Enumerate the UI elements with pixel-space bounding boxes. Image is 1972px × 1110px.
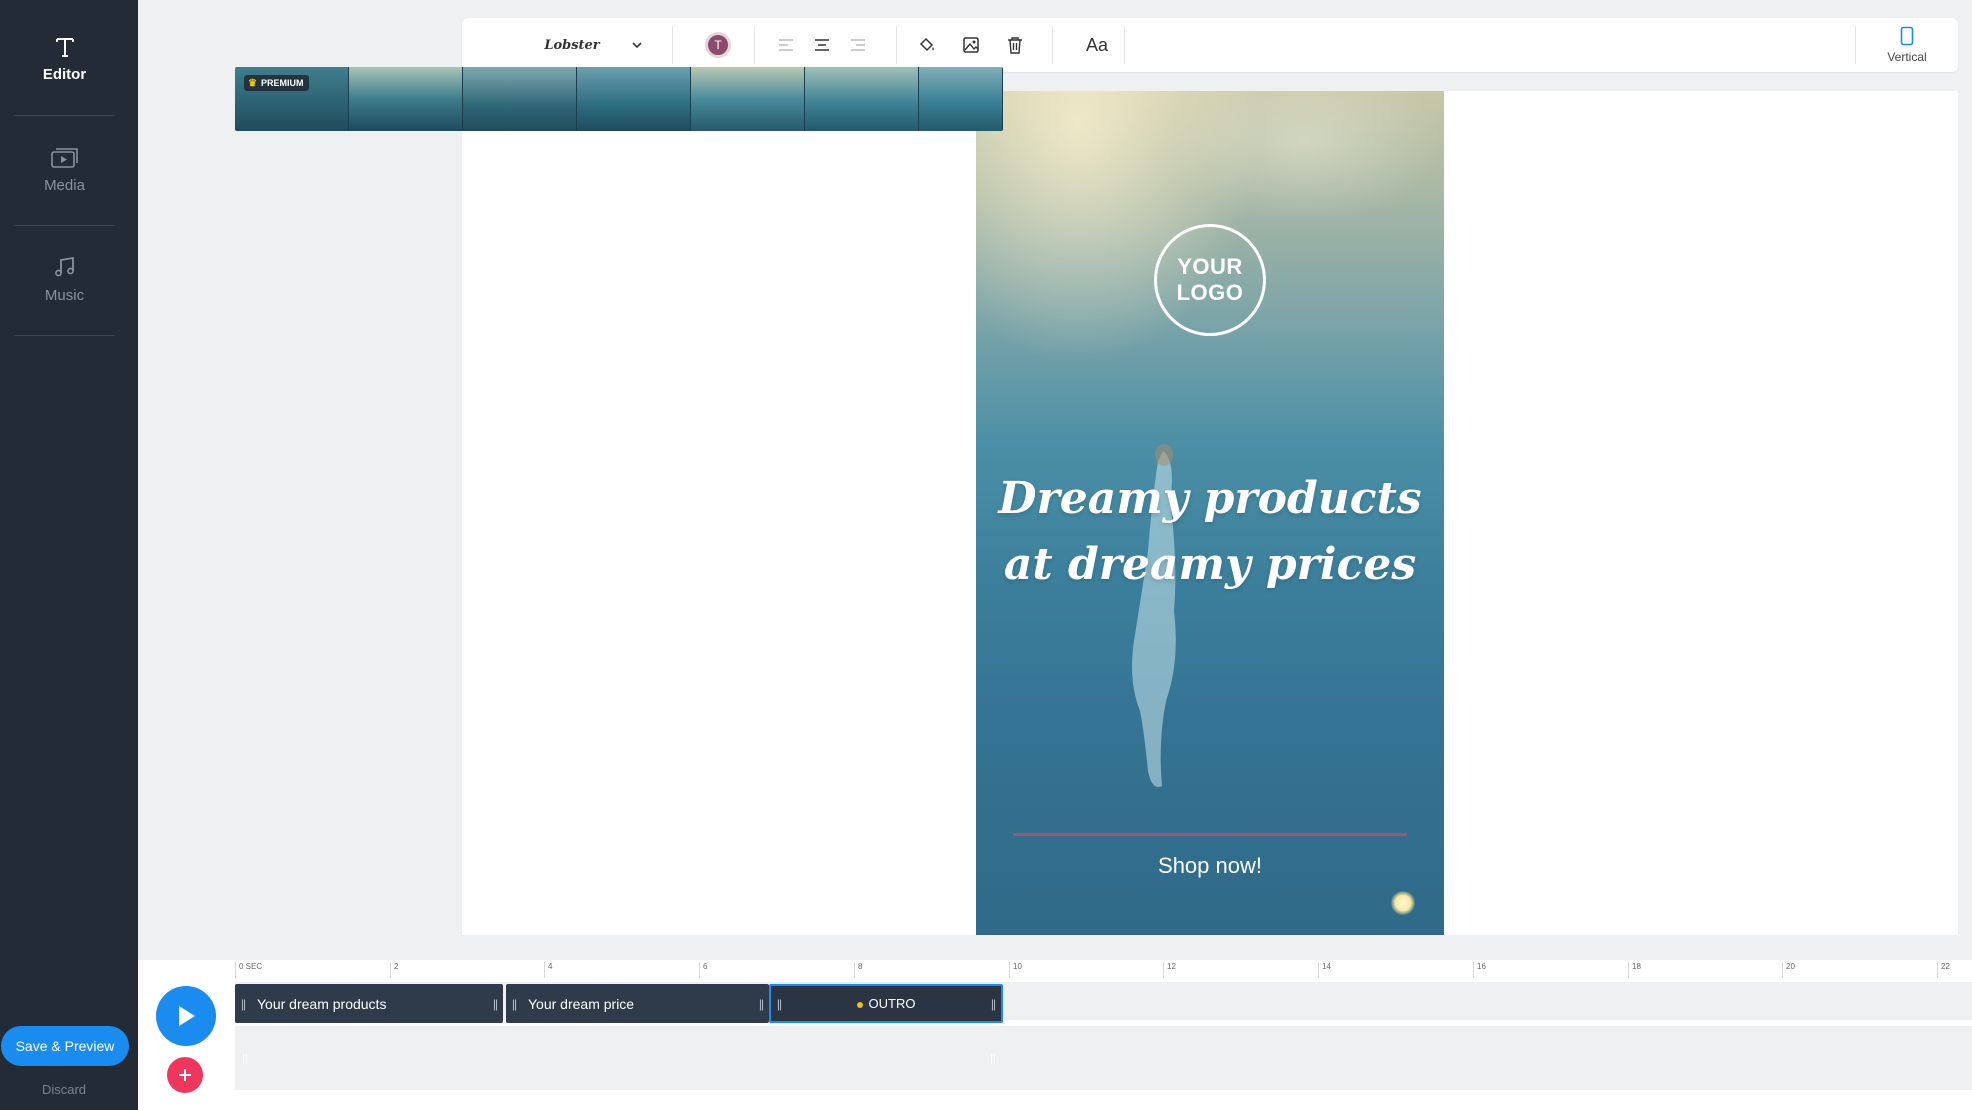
- align-left-button[interactable]: [768, 18, 804, 72]
- media-track: [235, 1026, 1972, 1090]
- toolbar-divider: [672, 26, 673, 64]
- ruler-tick: 22: [1937, 962, 1950, 978]
- media-clip[interactable]: [235, 67, 1003, 131]
- ruler-tick: 10: [1009, 962, 1022, 978]
- font-select[interactable]: Lobster: [522, 18, 622, 72]
- sidebar-item-music[interactable]: Music: [14, 224, 115, 334]
- sidebar-item-label: Editor: [42, 65, 87, 83]
- toolbar-divider: [1052, 26, 1053, 64]
- clip-label-text: OUTRO: [868, 996, 916, 1011]
- headline-text[interactable]: Dreamy products at dreamy prices: [996, 466, 1424, 598]
- media-frame: [349, 67, 463, 131]
- align-left-icon: [779, 39, 793, 51]
- light-glow: [1391, 891, 1415, 915]
- media-frame: [691, 67, 805, 131]
- plus-icon: [179, 1069, 191, 1081]
- clip-label: Your dream price: [528, 995, 635, 1012]
- clip-handle-right[interactable]: ||: [753, 997, 769, 1011]
- media-frame: [805, 67, 919, 131]
- ruler-tick: 0 SEC: [235, 962, 262, 978]
- orientation-label: Vertical: [1887, 50, 1927, 64]
- editor-toolbar: Lobster T Aa Vertical: [462, 18, 1958, 72]
- clip-handle-left[interactable]: ||: [506, 997, 522, 1011]
- text-style-button[interactable]: Aa: [1066, 18, 1128, 72]
- toolbar-divider: [1124, 26, 1125, 64]
- headline-line1: Dreamy products: [998, 473, 1422, 524]
- premium-badge: ♛ PREMIUM: [244, 75, 310, 91]
- clip-handle-left[interactable]: ||: [771, 997, 787, 1011]
- align-right-icon: [851, 39, 865, 51]
- font-name: Lobster: [544, 37, 600, 53]
- save-preview-button[interactable]: Save & Preview: [1, 1026, 129, 1066]
- discard-link[interactable]: Discard: [0, 1082, 128, 1097]
- status-dot: [856, 1001, 863, 1008]
- timeline-panel: 0 SEC 2 4 6 8 10 12 14 16 18 20 22 || Yo…: [138, 960, 1972, 1110]
- media-handle-left[interactable]: ||: [242, 1053, 248, 1065]
- delete-button[interactable]: [996, 18, 1034, 72]
- clip-label: OUTRO: [787, 996, 985, 1011]
- timeline-clip-selected[interactable]: || OUTRO ||: [769, 984, 1003, 1023]
- ruler-tick: 12: [1163, 962, 1176, 978]
- paint-bucket-icon: [919, 37, 934, 52]
- play-button[interactable]: [156, 986, 216, 1046]
- cta-divider-line: [1013, 833, 1407, 836]
- color-swatch: T: [705, 32, 731, 58]
- sidebar-item-label: Music: [44, 286, 85, 304]
- phone-portrait-icon: [1900, 26, 1914, 46]
- ruler-tick: 14: [1318, 962, 1331, 978]
- text-icon: [55, 37, 74, 57]
- media-icon: [50, 147, 78, 168]
- align-center-icon: [815, 39, 829, 51]
- toolbar-divider: [1855, 26, 1856, 64]
- ruler-tick: 16: [1473, 962, 1486, 978]
- font-dropdown-toggle[interactable]: [622, 18, 652, 72]
- music-note-icon: [54, 256, 74, 276]
- sidebar-item-media[interactable]: Media: [14, 114, 115, 224]
- sidebar-item-editor[interactable]: Editor: [14, 4, 115, 114]
- image-icon: [963, 37, 979, 53]
- media-handle-right[interactable]: ||: [990, 1053, 996, 1065]
- logo-placeholder[interactable]: YOUR LOGO: [1154, 224, 1266, 336]
- ruler-tick: 2: [390, 962, 398, 978]
- cta-text[interactable]: Shop now!: [976, 853, 1444, 879]
- sidebar-divider: [14, 335, 115, 336]
- sidebar-item-label: Media: [44, 176, 85, 194]
- video-preview[interactable]: YOUR LOGO Dreamy products at dreamy pric…: [976, 91, 1444, 935]
- media-frame: [577, 67, 691, 131]
- media-frame: [919, 67, 1003, 131]
- headline-line2: at dreamy prices: [1003, 539, 1417, 590]
- ruler-tick: 8: [854, 962, 862, 978]
- fill-button[interactable]: [908, 18, 946, 72]
- crown-icon: ♛: [248, 77, 257, 89]
- add-scene-button[interactable]: [167, 1057, 203, 1093]
- premium-label: PREMIUM: [260, 78, 304, 88]
- toolbar-divider: [754, 26, 755, 64]
- timeline-clip[interactable]: || Your dream products ||: [235, 984, 503, 1023]
- clip-handle-right[interactable]: ||: [487, 997, 503, 1011]
- toolbar-divider: [896, 26, 897, 64]
- sidebar: Editor Media Music Save & Preview Discar…: [0, 0, 138, 1110]
- logo-text-line1: YOUR: [1177, 254, 1243, 279]
- ruler-tick: 6: [699, 962, 707, 978]
- play-icon: [179, 1006, 195, 1026]
- trash-icon: [1008, 37, 1022, 54]
- image-button[interactable]: [952, 18, 990, 72]
- media-frame: [463, 67, 577, 131]
- ruler-tick: 20: [1782, 962, 1795, 978]
- align-right-button[interactable]: [840, 18, 876, 72]
- timeline-ruler: 0 SEC 2 4 6 8 10 12 14 16 18 20 22: [138, 960, 1972, 978]
- ruler-tick: 4: [544, 962, 552, 978]
- clip-handle-left[interactable]: ||: [235, 997, 251, 1011]
- ruler-tick: 18: [1628, 962, 1641, 978]
- align-center-button[interactable]: [804, 18, 840, 72]
- clip-handle-right[interactable]: ||: [985, 997, 1001, 1011]
- text-color-picker[interactable]: T: [690, 18, 746, 72]
- logo-text-line2: LOGO: [1176, 280, 1244, 305]
- orientation-vertical-button[interactable]: Vertical: [1867, 18, 1947, 72]
- timeline-clip[interactable]: || Your dream price ||: [506, 984, 769, 1023]
- text-style-label: Aa: [1085, 34, 1109, 55]
- chevron-down-icon: [632, 42, 642, 49]
- clip-label: Your dream products: [257, 995, 387, 1012]
